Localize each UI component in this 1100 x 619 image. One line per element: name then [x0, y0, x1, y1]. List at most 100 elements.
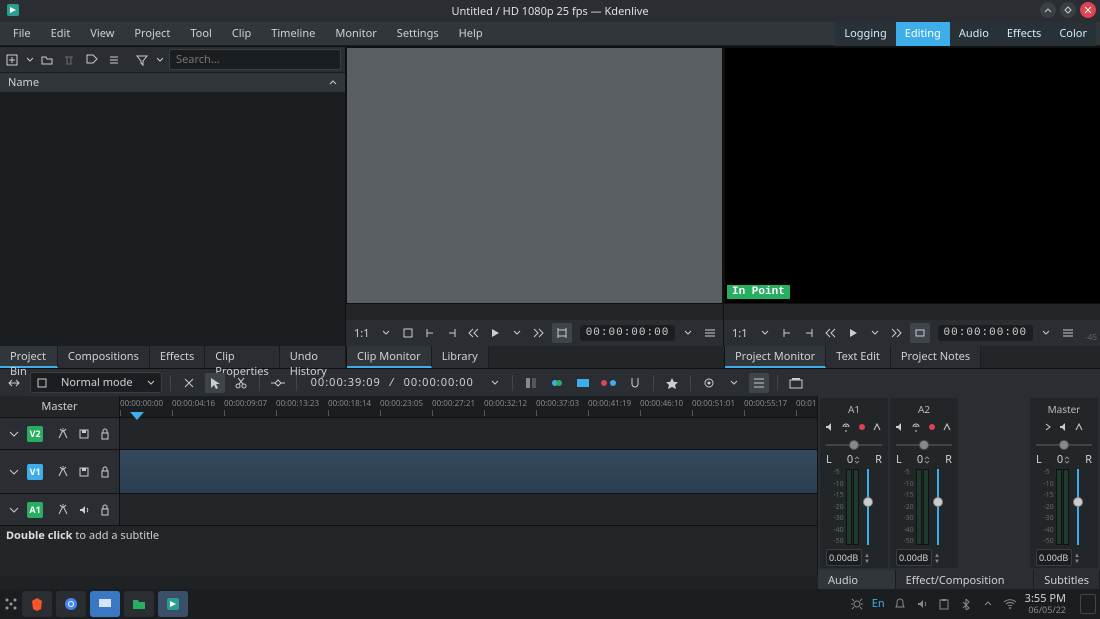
db-input[interactable] — [826, 549, 862, 566]
collapse-icon[interactable] — [6, 425, 21, 443]
effects-icon[interactable] — [871, 420, 885, 434]
track-label[interactable]: A1 — [27, 502, 42, 518]
disk-icon[interactable] — [76, 463, 91, 481]
task-app-desktop[interactable] — [90, 591, 120, 617]
edit-mode-combo[interactable]: Normal mode — [30, 372, 162, 393]
tab-clip-properties[interactable]: Clip Properties — [205, 346, 279, 368]
bin-column-header[interactable]: Name — [0, 73, 345, 93]
tray-volume-icon[interactable] — [915, 597, 929, 611]
tab-project-notes[interactable]: Project Notes — [891, 346, 981, 368]
track-effects-icon[interactable] — [55, 501, 70, 519]
menu-monitor[interactable]: Monitor — [326, 23, 385, 44]
add-clip-icon[interactable] — [4, 50, 20, 70]
filter-icon[interactable] — [134, 50, 150, 70]
project-monitor-zoom[interactable]: 1:1 — [728, 326, 752, 341]
render-icon[interactable] — [786, 373, 806, 393]
tab-undo-history[interactable]: Undo History — [280, 346, 346, 368]
playhead-icon[interactable] — [130, 412, 144, 420]
subtitle-hint[interactable]: Double click to add a subtitle — [0, 526, 817, 546]
tags-icon[interactable] — [547, 373, 567, 393]
lock-icon[interactable] — [98, 501, 113, 519]
tray-chevron-icon[interactable] — [981, 597, 995, 611]
edit-mode-icon[interactable] — [552, 323, 572, 343]
menu-edit[interactable]: Edit — [42, 23, 80, 44]
solo-icon[interactable] — [839, 420, 853, 434]
db-input[interactable] — [896, 549, 932, 566]
tool-spacer-icon[interactable] — [179, 373, 199, 393]
minimize-button[interactable] — [1040, 2, 1056, 18]
tc-dropdown-icon[interactable] — [679, 324, 697, 342]
play-icon[interactable] — [844, 324, 862, 342]
workspace-editing[interactable]: Editing — [896, 21, 950, 46]
record-icon[interactable] — [855, 420, 869, 434]
tc-dropdown-icon[interactable] — [1037, 324, 1055, 342]
workspace-logging[interactable]: Logging — [835, 21, 895, 46]
zone-in-icon[interactable] — [421, 324, 439, 342]
play-dropdown-icon[interactable] — [508, 324, 526, 342]
timeline-ruler[interactable]: Master 00:00:00:0000:00:04:1600:00:09:07… — [0, 396, 817, 418]
menu-tool[interactable]: Tool — [181, 23, 221, 44]
track-body[interactable] — [120, 494, 817, 525]
tab-project-bin[interactable]: Project Bin — [0, 346, 58, 368]
workspace-audio[interactable]: Audio — [950, 21, 998, 46]
balance-slider[interactable] — [826, 440, 882, 450]
track-compositing-icon[interactable] — [4, 373, 24, 393]
fader[interactable] — [861, 469, 875, 545]
av-split-icon[interactable] — [521, 373, 541, 393]
collapse-icon[interactable] — [6, 463, 21, 481]
record-dropdown-icon[interactable] — [725, 374, 743, 392]
tab-library[interactable]: Library — [432, 346, 489, 368]
bin-list[interactable] — [0, 93, 345, 346]
tab-clip-monitor[interactable]: Clip Monitor — [347, 346, 432, 368]
taskbar-clock[interactable]: 3:55 PM 06/05/22 — [1025, 593, 1066, 615]
track-label[interactable]: V1 — [27, 464, 42, 480]
task-app-brave[interactable] — [22, 591, 52, 617]
workspace-effects[interactable]: Effects — [998, 21, 1050, 46]
menu-view[interactable]: View — [81, 23, 123, 44]
rewind-icon[interactable] — [822, 324, 840, 342]
tool-select-icon[interactable] — [205, 373, 225, 393]
speaker-icon[interactable] — [823, 420, 837, 434]
forward-icon[interactable] — [888, 324, 906, 342]
forward-icon[interactable] — [530, 324, 548, 342]
track-body[interactable] — [120, 450, 817, 493]
zone-in-icon[interactable] — [778, 324, 796, 342]
thumbnails-icon[interactable] — [573, 373, 593, 393]
menu-clip[interactable]: Clip — [223, 23, 260, 44]
project-monitor-ruler[interactable] — [724, 304, 1100, 320]
tray-bluetooth-icon[interactable] — [959, 597, 973, 611]
zone-out-icon[interactable] — [443, 324, 461, 342]
tab-project-monitor[interactable]: Project Monitor — [725, 346, 826, 368]
track-label[interactable]: V2 — [27, 426, 42, 442]
task-app-kdenlive[interactable] — [158, 591, 188, 617]
db-down-icon[interactable]: ▼ — [934, 558, 940, 564]
effects-icon[interactable] — [941, 420, 955, 434]
menu-help[interactable]: Help — [450, 23, 492, 44]
guides-icon[interactable] — [749, 373, 769, 393]
zoom-dropdown-icon[interactable] — [378, 324, 396, 342]
tag-icon[interactable] — [84, 50, 100, 70]
menu-project[interactable]: Project — [125, 23, 179, 44]
clip-monitor-timecode[interactable]: 00:00:00:00 — [580, 325, 676, 341]
clip-monitor-ruler[interactable] — [346, 304, 723, 320]
workspace-color[interactable]: Color — [1050, 21, 1096, 46]
task-app-chrome[interactable] — [56, 591, 86, 617]
record-icon[interactable] — [925, 420, 939, 434]
balance-slider[interactable] — [1036, 440, 1092, 450]
expand-icon[interactable] — [1041, 420, 1055, 434]
zoom-dropdown-icon[interactable] — [756, 324, 774, 342]
list-icon[interactable] — [106, 50, 122, 70]
speaker-icon[interactable] — [893, 420, 907, 434]
fader[interactable] — [1071, 469, 1085, 545]
lock-icon[interactable] — [98, 463, 113, 481]
record-icon[interactable] — [699, 373, 719, 393]
filter-dropdown-icon[interactable] — [157, 50, 164, 70]
speaker-icon[interactable] — [76, 501, 91, 519]
tab-compositions[interactable]: Compositions — [58, 346, 150, 368]
search-input[interactable] — [169, 49, 341, 70]
markers-icon[interactable] — [599, 373, 619, 393]
tray-clipboard-icon[interactable] — [937, 597, 951, 611]
favorite-icon[interactable] — [662, 373, 682, 393]
db-input[interactable] — [1036, 549, 1072, 566]
tab-text-edit[interactable]: Text Edit — [826, 346, 891, 368]
